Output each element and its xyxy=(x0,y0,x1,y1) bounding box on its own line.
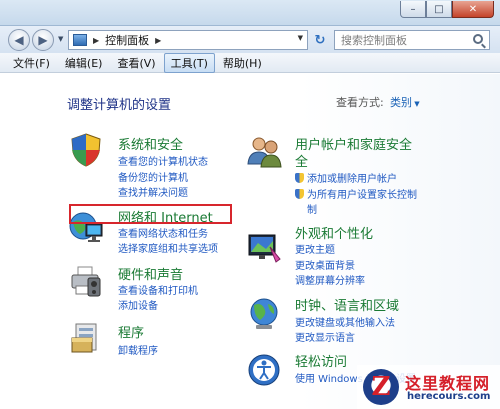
recent-pages-dropdown-icon[interactable]: ▼ xyxy=(58,35,63,43)
link-change-theme[interactable]: 更改主题 xyxy=(295,241,335,256)
globe-icon xyxy=(250,298,278,329)
link-homegroup-sharing[interactable]: 选择家庭组和共享选项 xyxy=(118,240,218,255)
link-change-display-language[interactable]: 更改显示语言 xyxy=(295,329,355,344)
link-backup-computer[interactable]: 备份您的计算机 xyxy=(118,169,188,184)
link-add-remove-accounts-label: 添加或删除用户帐户 xyxy=(307,174,397,185)
search-input[interactable]: 搜索控制面板 xyxy=(334,30,490,50)
menu-help[interactable]: 帮助(H) xyxy=(216,53,269,73)
watermark-subtitle: herecours.com xyxy=(407,391,491,402)
category-user-accounts-wrap[interactable]: 全 xyxy=(295,151,308,170)
search-placeholder: 搜索控制面板 xyxy=(341,34,407,47)
forward-button[interactable]: ▶ xyxy=(32,29,54,51)
close-button[interactable]: ✕ xyxy=(452,1,494,18)
menu-file[interactable]: 文件(F) xyxy=(6,53,57,73)
category-clock-language-region[interactable]: 时钟、语言和区域 xyxy=(295,295,399,314)
menu-bar: 文件(F) 编辑(E) 查看(V) 工具(T) 帮助(H) xyxy=(0,52,500,73)
category-ease-of-access[interactable]: 轻松访问 xyxy=(295,351,347,370)
menu-edit[interactable]: 编辑(E) xyxy=(58,53,110,73)
title-bar: – □ ✕ xyxy=(0,0,500,26)
category-hardware-sound[interactable]: 硬件和声音 xyxy=(118,264,183,283)
link-view-computer-status[interactable]: 查看您的计算机状态 xyxy=(118,153,208,168)
maximize-button[interactable]: □ xyxy=(426,1,452,18)
link-add-device[interactable]: 添加设备 xyxy=(118,297,158,312)
uac-shield-icon xyxy=(295,173,304,183)
link-parental-controls-label: 为所有用户设置家长控制 xyxy=(307,190,417,201)
link-change-desktop-background[interactable]: 更改桌面背景 xyxy=(295,257,355,272)
page-title: 调整计算机的设置 xyxy=(67,98,172,113)
address-dropdown-icon[interactable]: ▼ xyxy=(298,34,303,42)
watermark: Z 这里教程网 herecours.com xyxy=(357,365,500,409)
uac-shield-icon xyxy=(295,189,304,199)
link-devices-printers[interactable]: 查看设备和打印机 xyxy=(118,282,198,297)
view-by-dropdown[interactable]: 类别 xyxy=(390,94,420,110)
category-user-accounts[interactable]: 用户帐户和家庭安全 xyxy=(295,134,412,153)
menu-tools[interactable]: 工具(T) xyxy=(163,52,215,73)
address-bar[interactable]: ▶ 控制面板 ▶ ▼ xyxy=(68,30,308,50)
appearance-icon xyxy=(248,234,281,263)
users-icon xyxy=(247,137,282,168)
link-view-network-status[interactable]: 查看网络状态和任务 xyxy=(118,225,208,240)
ease-of-access-icon xyxy=(248,354,280,386)
refresh-button[interactable]: ↻ xyxy=(310,30,330,50)
control-panel-content: 调整计算机的设置 查看方式: 类别 系统和安全 查看您的计算机状态 备份您的计算… xyxy=(0,74,500,409)
highlight-box xyxy=(69,204,232,224)
category-programs[interactable]: 程序 xyxy=(118,322,144,341)
link-adjust-resolution[interactable]: 调整屏幕分辨率 xyxy=(295,272,365,287)
window-controls: – □ ✕ xyxy=(400,1,494,18)
programs-icon xyxy=(71,323,97,353)
refresh-icon: ↻ xyxy=(314,32,326,48)
search-icon[interactable] xyxy=(473,34,483,44)
category-system-security[interactable]: 系统和安全 xyxy=(118,134,183,153)
minimize-button[interactable]: – xyxy=(400,1,426,18)
control-panel-icon xyxy=(73,34,87,46)
back-arrow-icon: ◀ xyxy=(14,33,24,47)
breadcrumb-chevron-icon[interactable]: ▶ xyxy=(93,36,99,45)
link-uninstall-program[interactable]: 卸载程序 xyxy=(118,342,158,357)
back-button[interactable]: ◀ xyxy=(8,29,30,51)
link-parental-controls[interactable]: 为所有用户设置家长控制 xyxy=(295,186,417,201)
category-appearance[interactable]: 外观和个性化 xyxy=(295,223,373,242)
watermark-logo: Z xyxy=(363,369,399,405)
breadcrumb-control-panel[interactable]: 控制面板 xyxy=(105,32,149,48)
navigation-bar: ◀ ▶ ▼ ▶ 控制面板 ▶ ▼ ↻ 搜索控制面板 xyxy=(0,26,500,53)
forward-arrow-icon: ▶ xyxy=(38,33,48,47)
printer-icon xyxy=(71,266,101,297)
shield-icon xyxy=(71,133,101,167)
view-by-label: 查看方式: xyxy=(336,96,384,109)
link-find-fix-problems[interactable]: 查找并解决问题 xyxy=(118,184,188,199)
link-change-input-methods[interactable]: 更改键盘或其他输入法 xyxy=(295,314,395,329)
link-add-remove-accounts[interactable]: 添加或删除用户帐户 xyxy=(295,170,397,185)
breadcrumb-chevron-icon[interactable]: ▶ xyxy=(155,36,161,45)
menu-view[interactable]: 查看(V) xyxy=(110,53,162,73)
link-parental-controls-wrap[interactable]: 制 xyxy=(307,201,317,216)
